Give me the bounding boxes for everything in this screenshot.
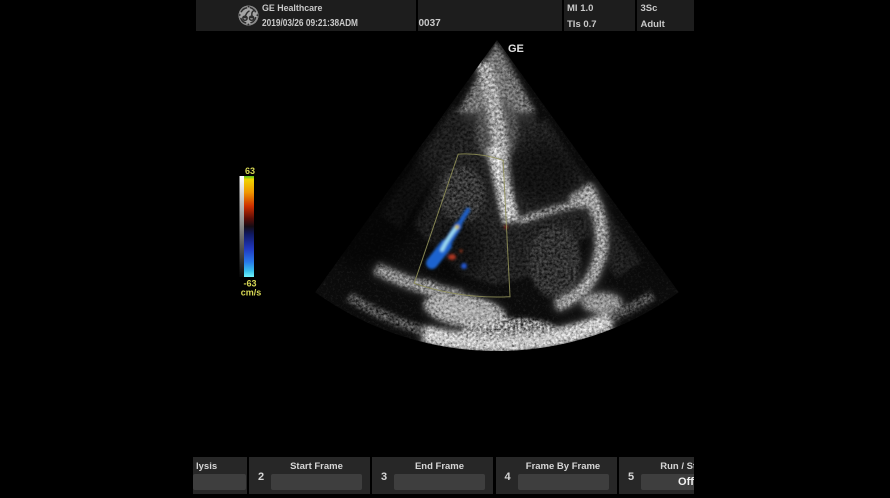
svg-text:cm/s: cm/s [241, 288, 262, 298]
svg-text:GE: GE [508, 43, 524, 55]
svg-text:63: 63 [245, 166, 255, 176]
